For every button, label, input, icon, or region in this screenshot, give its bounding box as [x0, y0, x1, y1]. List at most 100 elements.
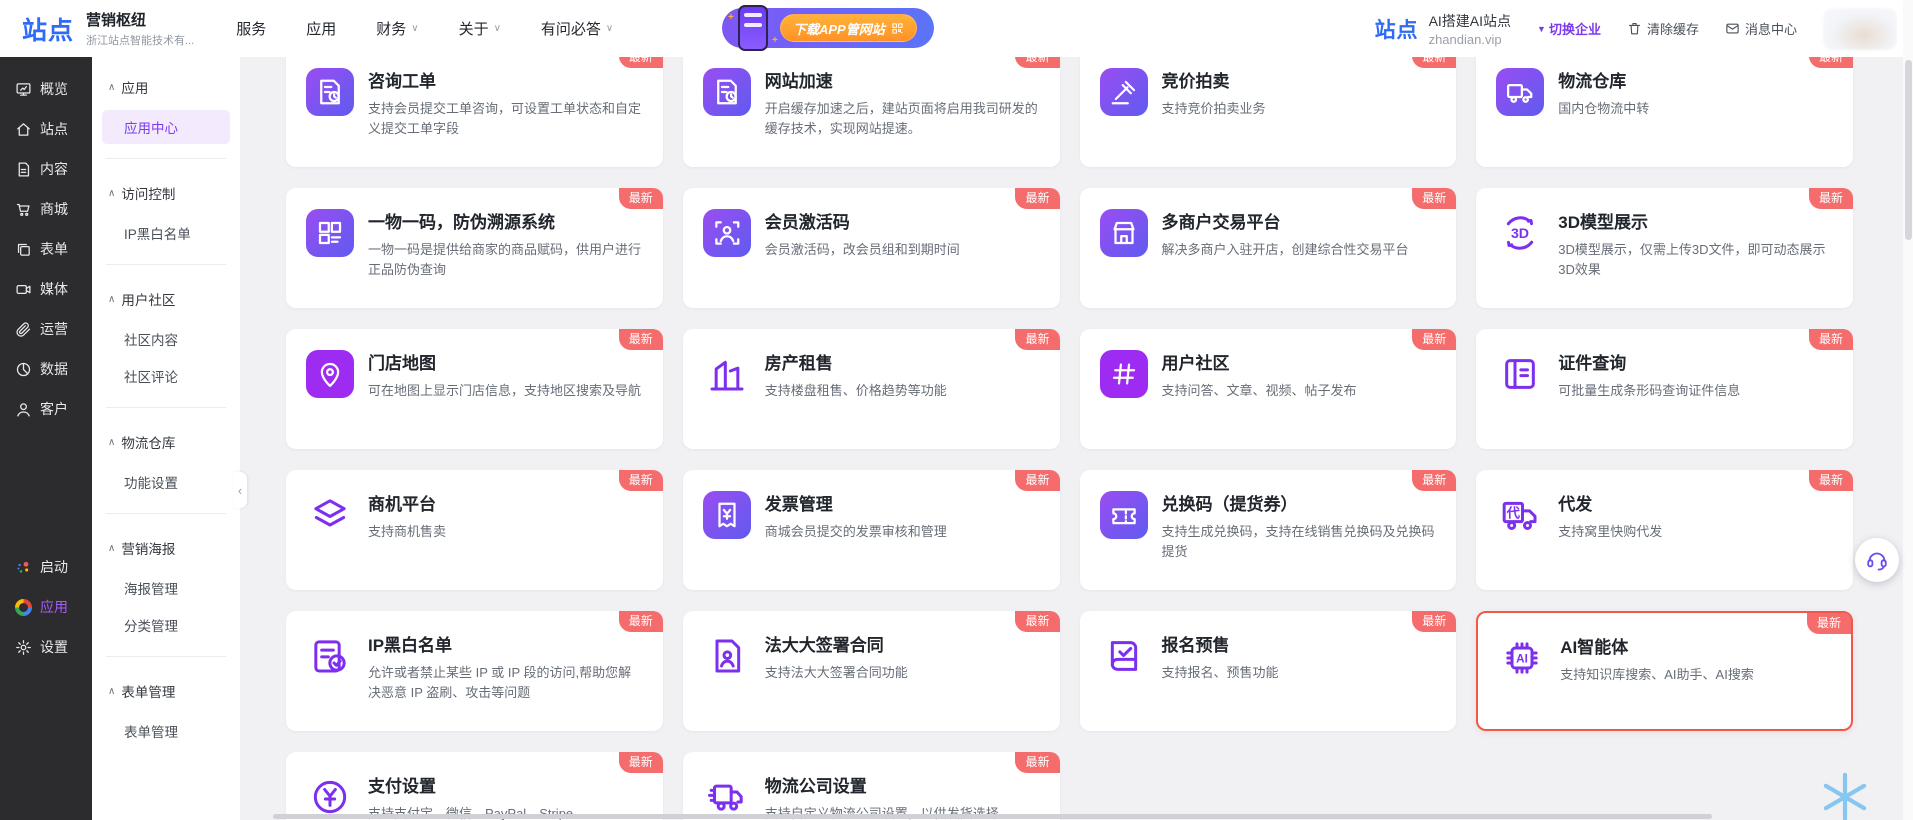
app-card-网站加速[interactable]: 最新 网站加速 开启缓存加速之后，建站页面将启用我司研发的缓存技术，实现网站提速。 — [682, 57, 1060, 167]
document-clock-icon — [315, 77, 345, 107]
sidebar-item-商城[interactable]: 商城 — [0, 189, 92, 229]
app-card-兑换码（提货券）[interactable]: 最新 兑换码（提货券） 支持生成兑换码，支持在线销售兑换码及兑换码提货 — [1079, 470, 1457, 590]
paperclip-icon — [15, 321, 32, 338]
app-card-title: 发票管理 — [764, 495, 833, 514]
app-card-咨询工单[interactable]: 最新 咨询工单 支持会员提交工单咨询，可设置工单状态和自定义提交工单字段 — [286, 57, 663, 167]
submenu-section-物流仓库[interactable]: ∧ 物流仓库 — [92, 422, 240, 462]
app-card-发票管理[interactable]: 最新 发票管理 商城会员提交的发票审核和管理 — [682, 470, 1060, 590]
app-card-text: 发票管理 商城会员提交的发票审核和管理 — [765, 489, 1040, 542]
top-menu-item-应用[interactable]: 应用 — [306, 18, 336, 39]
app-card-物流公司设置[interactable]: 最新 物流公司设置 支持自定义物流公司设置，以供发货选择。 — [682, 752, 1060, 820]
dai-truck-icon — [1496, 491, 1544, 539]
avatar[interactable] — [1823, 7, 1897, 50]
sidebar-item-内容[interactable]: 内容 — [0, 149, 92, 189]
customer-service-widget[interactable] — [1855, 538, 1899, 582]
app-card-text: 网站加速 开启缓存加速之后，建站页面将启用我司研发的缓存技术，实现网站提速。 — [765, 66, 1040, 139]
yen-circle-icon — [306, 773, 354, 820]
contract-icon — [703, 632, 751, 680]
app-card-text: 会员激活码 会员激活码，改会员组和到期时间 — [765, 207, 1040, 260]
brand-subtitle: 浙江站点智能技术有... — [86, 35, 195, 47]
app-card-报名预售[interactable]: 最新 报名预售 支持报名、预售功能 — [1079, 611, 1457, 731]
submenu-item-应用中心[interactable]: 应用中心 — [102, 110, 230, 144]
sidebar-item-站点[interactable]: 站点 — [0, 109, 92, 149]
submenu-section-表单管理[interactable]: ∧ 表单管理 — [92, 671, 240, 711]
submenu-item-社区评论[interactable]: 社区评论 — [102, 359, 230, 393]
submenu-item-表单管理[interactable]: 表单管理 — [102, 714, 230, 748]
sidebar-item-概览[interactable]: 概览 — [0, 69, 92, 109]
app-card-3D模型展示[interactable]: 最新 3D模型展示 3D模型展示，仅需上传3D文件，即可动态展示3D效果 — [1476, 188, 1853, 308]
app-card-门店地图[interactable]: 最新 门店地图 可在地图上显示门店信息，支持地区搜索及导航 — [286, 329, 663, 449]
sidebar-item-启动[interactable]: 启动 — [0, 547, 92, 587]
app-card-AI智能体[interactable]: 最新 AI智能体 支持知识库搜索、AI助手、AI搜索 — [1476, 611, 1853, 731]
message-center-button[interactable]: 消息中心 — [1725, 19, 1797, 38]
submenu-section-营销海报[interactable]: ∧ 营销海报 — [92, 528, 240, 568]
top-bar: 站点 营销枢纽 浙江站点智能技术有... 服务 应用 财务 ∨ 关于 ∨ 有问必答 ∨ + +… — [0, 0, 1913, 57]
new-badge: 最新 — [1015, 188, 1060, 209]
top-menu-item-有问必答[interactable]: 有问必答 ∨ — [541, 18, 613, 39]
headset-icon — [1865, 548, 1889, 572]
sidebar-item-设置[interactable]: 设置 — [0, 627, 92, 667]
truck-icon — [1505, 77, 1535, 107]
submenu-item-分类管理[interactable]: 分类管理 — [102, 608, 230, 642]
submenu-item-海报管理[interactable]: 海报管理 — [102, 571, 230, 605]
app-card-房产租售[interactable]: 最新 房产租售 支持楼盘租售、价格趋势等功能 — [682, 329, 1060, 449]
app-card-description: 支持生成兑换码，支持在线销售兑换码及兑换码提货 — [1161, 524, 1435, 560]
app-card-IP黑白名单[interactable]: 最新 IP黑白名单 允许或者禁止某些 IP 或 IP 段的访问,帮助您解决恶意 IP… — [286, 611, 663, 731]
top-menu-item-关于[interactable]: 关于 ∨ — [459, 18, 501, 39]
sidebar-item-数据[interactable]: 数据 — [0, 349, 92, 389]
chevron-up-icon: ∧ — [108, 685, 116, 697]
app-card-会员激活码[interactable]: 最新 会员激活码 会员激活码，改会员组和到期时间 — [682, 188, 1060, 308]
app-card-商机平台[interactable]: 最新 商机平台 支持商机售卖 — [286, 470, 663, 590]
submenu-section-title: 表单管理 — [121, 685, 176, 700]
app-card-证件查询[interactable]: 最新 证件查询 可批量生成条形码查询证件信息 — [1476, 329, 1853, 449]
sidebar-item-客户[interactable]: 客户 — [0, 389, 92, 429]
new-badge: 最新 — [618, 329, 663, 350]
submenu-section-title: 用户社区 — [121, 293, 176, 308]
switch-company-button[interactable]: ▼ 切换企业 — [1537, 19, 1601, 38]
app-card-多商户交易平台[interactable]: 最新 多商户交易平台 解决多商户入驻开店，创建综合性交易平台 — [1079, 188, 1457, 308]
top-menu-item-财务[interactable]: 财务 ∨ — [376, 18, 418, 39]
app-card-竞价拍卖[interactable]: 最新 竞价拍卖 支持竞价拍卖业务 — [1079, 57, 1457, 167]
section-divider — [106, 158, 226, 159]
app-card-法大大签署合同[interactable]: 最新 法大大签署合同 支持法大大签署合同功能 — [682, 611, 1060, 731]
sidebar-item-label: 运营 — [40, 321, 68, 337]
app-card-text: 竞价拍卖 支持竞价拍卖业务 — [1162, 66, 1437, 119]
submenu-section-应用[interactable]: ∧ 应用 — [92, 67, 240, 107]
submenu-section-访问控制[interactable]: ∧ 访问控制 — [92, 173, 240, 213]
brand-title: 营销枢纽 — [86, 12, 147, 29]
app-card-代发[interactable]: 最新 代发 支持窝里快购代发 — [1476, 470, 1853, 590]
app-card-物流仓库[interactable]: 最新 物流仓库 国内仓物流中转 — [1476, 57, 1853, 167]
submenu-item-功能设置[interactable]: 功能设置 — [102, 465, 230, 499]
chevron-down-icon: ∨ — [411, 23, 419, 34]
submenu-item-IP黑白名单[interactable]: IP黑白名单 — [102, 216, 230, 250]
app-card-title: 证件查询 — [1558, 354, 1627, 373]
app-card-text: 物流仓库 国内仓物流中转 — [1558, 66, 1833, 119]
vertical-scrollbar[interactable] — [1903, 0, 1913, 820]
sidebar-item-label: 表单 — [40, 241, 68, 257]
app-card-支付设置[interactable]: 最新支付设置支持支付宝、微信、PayPal、Stripe、AsiaPay、抖音支… — [286, 752, 663, 820]
submenu-section-用户社区[interactable]: ∧ 用户社区 — [92, 279, 240, 319]
sidebar-item-label: 站点 — [40, 121, 68, 137]
sidebar-item-媒体[interactable]: 媒体 — [0, 269, 92, 309]
app-card-一物一码，防伪溯源系统[interactable]: 最新 一物一码，防伪溯源系统 一物一码是提供给商家的商品赋码，供用户进行正品防伪查询 — [286, 188, 663, 308]
download-app-button[interactable]: 下载APP管网站 — [780, 14, 917, 42]
copy-icon — [15, 241, 32, 258]
app-card-description: 支持竞价拍卖业务 — [1161, 101, 1266, 116]
sidebar-item-表单[interactable]: 表单 — [0, 229, 92, 269]
sidebar-item-运营[interactable]: 运营 — [0, 309, 92, 349]
ticket-icon — [1099, 491, 1148, 539]
horizontal-scrollbar[interactable] — [240, 814, 1913, 820]
download-app-banner[interactable]: + + 下载APP管网站 — [722, 5, 934, 51]
app-card-用户社区[interactable]: 最新 用户社区 支持问答、文章、视频、帖子发布 — [1079, 329, 1457, 449]
app-card-title: 门店地图 — [368, 354, 436, 373]
sidebar-collapse-button[interactable]: ‹ — [233, 472, 247, 508]
top-menu-item-服务[interactable]: 服务 — [236, 18, 266, 39]
chevron-up-icon: ∧ — [108, 436, 116, 448]
chevron-up-icon: ∧ — [108, 81, 116, 93]
yen-circle-icon — [310, 777, 350, 817]
clear-cache-button[interactable]: 清除缓存 — [1627, 19, 1699, 38]
submenu-item-社区内容[interactable]: 社区内容 — [102, 322, 230, 356]
mail-icon — [1725, 21, 1740, 36]
app-card-text: 多商户交易平台 解决多商户入驻开店，创建综合性交易平台 — [1162, 207, 1437, 260]
sidebar-item-应用[interactable]: 应用 — [0, 587, 92, 627]
